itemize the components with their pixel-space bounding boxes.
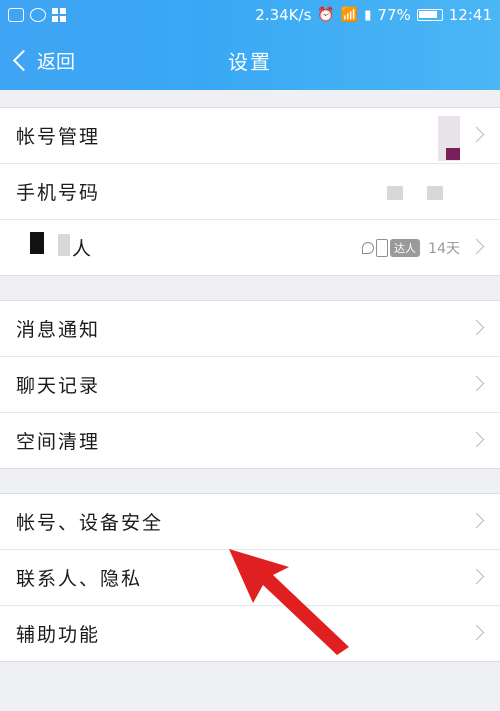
chevron-right-icon — [468, 238, 485, 255]
row-label: 辅助功能 — [16, 624, 101, 646]
avatar-accent — [446, 148, 460, 160]
chevron-right-icon — [468, 624, 485, 641]
row-accessibility[interactable]: 辅助功能 — [0, 606, 500, 661]
settings-group-general: 消息通知 聊天记录 空间清理 — [0, 300, 500, 469]
chevron-right-icon — [468, 512, 485, 529]
row-account-device-security[interactable]: 帐号、设备安全 — [0, 494, 500, 550]
talent-badge: 达人 — [362, 238, 420, 258]
chevron-right-icon — [468, 126, 485, 143]
message-icon — [30, 8, 46, 22]
row-label: 帐号、设备安全 — [16, 512, 164, 534]
redacted-text — [58, 234, 70, 256]
row-phone-number[interactable]: 手机号码 — [0, 164, 500, 220]
battery-percent: 77% — [377, 6, 411, 24]
row-chat-history[interactable]: 聊天记录 — [0, 357, 500, 413]
row-talent[interactable]: 人 达人 14天 — [0, 220, 500, 275]
row-label: 手机号码 — [16, 182, 101, 204]
settings-list: 帐号管理 手机号码 人 达人 14天 消息通知 聊天记录 空间清理 帐号、设备安… — [0, 90, 500, 662]
chevron-right-icon — [468, 568, 485, 585]
badge-label: 达人 — [390, 239, 420, 257]
row-label: 空间清理 — [16, 431, 101, 453]
chevron-right-icon — [468, 375, 485, 392]
row-label: 帐号管理 — [16, 126, 101, 148]
wing-icon — [362, 242, 374, 254]
settings-group-privacy: 帐号、设备安全 联系人、隐私 辅助功能 — [0, 493, 500, 662]
row-storage-cleanup[interactable]: 空间清理 — [0, 413, 500, 468]
battery-icon — [416, 9, 443, 21]
nav-bar: 返回 设置 — [0, 30, 500, 90]
row-account-management[interactable]: 帐号管理 — [0, 108, 500, 164]
alarm-icon: ⏰ — [317, 7, 335, 23]
network-speed: 2.34K/s — [255, 6, 312, 24]
row-label: 消息通知 — [16, 319, 101, 341]
row-notifications[interactable]: 消息通知 — [0, 301, 500, 357]
chevron-right-icon — [468, 431, 485, 448]
status-bar: 2.34K/s ⏰ 📶 ▮ 77% 12:41 — [0, 0, 500, 30]
row-label: 联系人、隐私 — [16, 568, 143, 590]
app-grid-icon — [52, 8, 66, 22]
clock: 12:41 — [448, 6, 492, 24]
redacted-text — [30, 232, 44, 254]
redacted-value — [427, 186, 443, 200]
row-label: 聊天记录 — [16, 375, 101, 397]
wifi-icon: 📶 — [340, 7, 359, 23]
settings-group-account: 帐号管理 手机号码 人 达人 14天 — [0, 107, 500, 276]
app-header: 2.34K/s ⏰ 📶 ▮ 77% 12:41 返回 设置 — [0, 0, 500, 90]
redacted-value — [387, 186, 403, 200]
signal-icon: ▮ — [364, 7, 372, 23]
phone-icon — [376, 239, 388, 257]
row-contacts-privacy[interactable]: 联系人、隐私 — [0, 550, 500, 606]
row-label: 人 — [72, 238, 94, 260]
row-value: 14天 — [428, 241, 460, 257]
chat-icon — [8, 8, 24, 22]
page-title: 设置 — [228, 50, 272, 74]
chevron-right-icon — [468, 319, 485, 336]
